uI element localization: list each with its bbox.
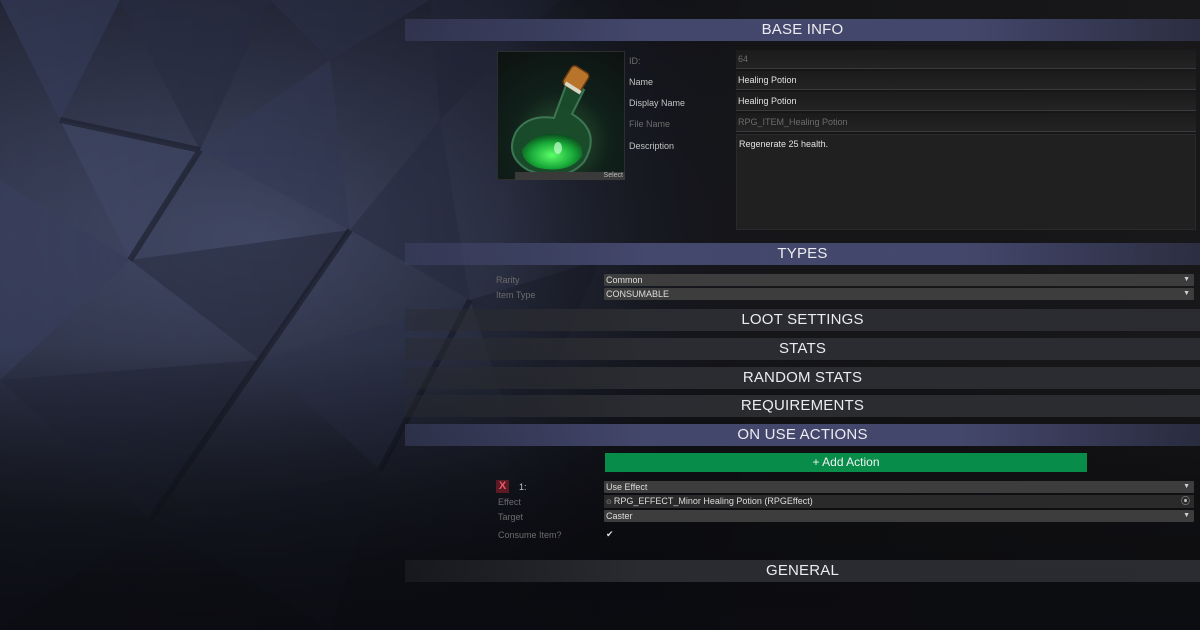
target-dropdown[interactable]: Caster ▼ bbox=[604, 510, 1194, 522]
section-header-loot-settings[interactable]: LOOT SETTINGS bbox=[405, 309, 1200, 331]
consume-item-label: Consume Item? bbox=[498, 530, 562, 540]
potion-icon bbox=[511, 65, 592, 177]
display-name-label: Display Name bbox=[629, 98, 686, 108]
action-type-dropdown[interactable]: Use Effect ▼ bbox=[604, 481, 1194, 493]
id-field: 64 bbox=[736, 50, 1196, 69]
section-header-base-info[interactable]: BASE INFO bbox=[405, 19, 1200, 41]
rarity-dropdown[interactable]: Common ▼ bbox=[604, 274, 1194, 286]
target-value: Caster bbox=[606, 511, 633, 521]
consume-item-checkbox[interactable]: ✔ bbox=[606, 529, 614, 540]
action-type-value: Use Effect bbox=[606, 482, 648, 492]
file-name-label: File Name bbox=[629, 119, 671, 129]
section-header-stats[interactable]: STATS bbox=[405, 338, 1200, 360]
chevron-down-icon: ▼ bbox=[1183, 276, 1190, 283]
section-header-types[interactable]: TYPES bbox=[405, 243, 1200, 265]
effect-label: Effect bbox=[498, 497, 521, 507]
effect-object-field[interactable]: ⊙ RPG_EFFECT_Minor Healing Potion (RPGEff… bbox=[604, 495, 1194, 508]
id-label: ID: bbox=[629, 56, 641, 66]
chevron-down-icon: ▼ bbox=[1183, 290, 1190, 297]
rarity-value: Common bbox=[606, 275, 643, 285]
item-icon-preview[interactable] bbox=[497, 51, 625, 180]
remove-action-button[interactable]: X bbox=[496, 480, 509, 493]
section-header-on-use-actions[interactable]: ON USE ACTIONS bbox=[405, 424, 1200, 446]
description-label: Description bbox=[629, 141, 675, 151]
name-input[interactable]: Healing Potion bbox=[736, 71, 1196, 90]
chevron-down-icon: ▼ bbox=[1183, 512, 1190, 519]
rarity-label: Rarity bbox=[496, 275, 520, 285]
add-action-button[interactable]: + Add Action bbox=[605, 453, 1087, 472]
description-textarea[interactable]: Regenerate 25 health. bbox=[736, 134, 1196, 230]
item-type-dropdown[interactable]: CONSUMABLE ▼ bbox=[604, 288, 1194, 300]
action-index-label: 1: bbox=[519, 482, 527, 492]
item-type-label: Item Type bbox=[496, 290, 536, 300]
section-header-requirements[interactable]: REQUIREMENTS bbox=[405, 395, 1200, 417]
effect-value: RPG_EFFECT_Minor Healing Potion (RPGEffe… bbox=[613, 496, 813, 506]
item-type-value: CONSUMABLE bbox=[606, 289, 670, 299]
chevron-down-icon: ▼ bbox=[1183, 483, 1190, 490]
file-name-field: RPG_ITEM_Healing Potion bbox=[736, 113, 1196, 132]
display-name-input[interactable]: Healing Potion bbox=[736, 92, 1196, 111]
object-picker-icon[interactable]: ⦿ bbox=[1181, 495, 1190, 508]
section-header-random-stats[interactable]: RANDOM STATS bbox=[405, 367, 1200, 389]
target-label: Target bbox=[498, 512, 524, 522]
name-label: Name bbox=[629, 77, 654, 87]
object-reference-icon: ⊙ bbox=[606, 499, 612, 506]
icon-select-button[interactable]: Select bbox=[515, 172, 625, 180]
section-header-general[interactable]: GENERAL bbox=[405, 560, 1200, 582]
